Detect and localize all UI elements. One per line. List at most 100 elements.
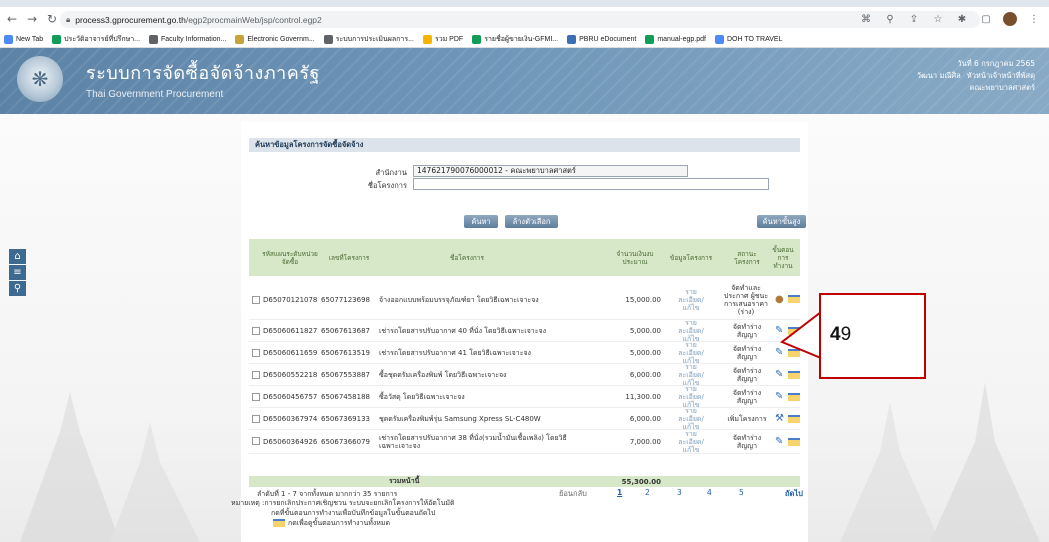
search-icon[interactable]: ⚲ <box>9 281 26 296</box>
page-link[interactable]: 4 <box>707 488 712 497</box>
bookmark-item[interactable]: ระบบการประเมินผลการ... <box>323 34 414 45</box>
table-row: D65060456757 65067458188 ซื้อวัสดุ โดยวิ… <box>249 385 800 409</box>
home-icon[interactable]: ⌂ <box>9 249 26 264</box>
card-icon[interactable] <box>788 415 800 426</box>
info-link[interactable]: รายละเอียด/แก้ไข <box>673 385 709 409</box>
extensions-icon[interactable]: ✱ <box>955 12 969 26</box>
card-icon[interactable] <box>788 295 800 306</box>
bookmark-item[interactable]: รวม PDF <box>422 34 463 45</box>
bookmark-icon <box>645 34 655 44</box>
page-link[interactable]: 5 <box>739 488 744 497</box>
bookmark-item[interactable]: รายชื่อผู้ขายเงิน-GFMI... <box>472 34 558 45</box>
project-status: เพิ่มโครงการ <box>727 415 767 423</box>
table-row: D65070121078 65077123698 จ้างออกแบบพร้อม… <box>249 280 800 320</box>
bookmark-item[interactable]: DOH TO TRAVEL <box>714 34 782 44</box>
project-name-input[interactable] <box>413 178 769 190</box>
info-link[interactable]: รายละเอียด/แก้ไข <box>673 363 709 387</box>
info-link[interactable]: รายละเอียด/แก้ไข <box>673 280 709 320</box>
clear-button[interactable]: ล้างตัวเลือก <box>505 215 558 228</box>
url-input[interactable]: 🔒︎ process3.gprocurement.go.th/egp2procm… <box>60 11 980 28</box>
user-role: หัวหน้าเจ้าหน้าที่พัสดุ <box>966 71 1035 80</box>
bookmark-icon <box>714 34 724 44</box>
user-name: วัฒนา มณีศิล <box>916 71 961 80</box>
back-icon[interactable]: ← <box>4 11 20 27</box>
info-link[interactable]: รายละเอียด/แก้ไข <box>673 319 709 343</box>
project-no: 65067613519 <box>321 349 370 357</box>
bookmark-item[interactable]: PBRU eDocument <box>567 34 636 44</box>
pen-icon[interactable]: ✎ <box>775 391 783 402</box>
prev-page-link[interactable]: ย้อนกลับ <box>559 488 587 500</box>
search-button[interactable]: ค้นหา <box>464 215 498 228</box>
site-header: ❋ ระบบการจัดซื้อจัดจ้างภาครัฐ Thai Gover… <box>0 48 1049 114</box>
reload-icon[interactable]: ↻ <box>44 11 60 27</box>
info-link[interactable]: รายละเอียด/แก้ไข <box>673 341 709 365</box>
panel-title: ค้นหาข้อมูลโครงการจัดซื้อจัดจ้าง <box>249 138 800 152</box>
budget-amount: 7,000.00 <box>629 438 661 446</box>
next-page-link[interactable]: ถัดไป <box>785 488 803 500</box>
page-link[interactable]: 2 <box>645 488 650 497</box>
bookmark-item[interactable]: Faculty Information... <box>149 34 226 44</box>
advanced-search-button[interactable]: ค้นหาขั้นสูง <box>757 215 806 228</box>
hammer-icon[interactable]: ⚒ <box>775 413 784 424</box>
user-org: คณะพยาบาลศาสตร์ <box>969 83 1035 92</box>
total-value: 55,300.00 <box>621 477 661 486</box>
pen-icon[interactable]: ✎ <box>775 369 783 380</box>
row-checkbox[interactable] <box>252 296 260 304</box>
person-icon[interactable]: ● <box>775 294 784 305</box>
agency-field: 147621790076000012 - คณะพยาบาลศาสตร์ <box>413 165 688 177</box>
bookmark-icon <box>422 34 432 44</box>
table-row: D65060611827 65067613687 เช่ารถโดยสารปรั… <box>249 319 800 343</box>
bookmark-icon <box>472 34 482 44</box>
project-name: จ้างออกแบบพร้อมบรรจุภัณฑ์ยา โดยวิธีเฉพาะ… <box>379 295 539 304</box>
row-checkbox[interactable] <box>252 415 260 423</box>
bookmark-star-icon[interactable]: ☆ <box>931 12 945 26</box>
row-checkbox[interactable] <box>252 349 260 357</box>
row-checkbox[interactable] <box>252 393 260 401</box>
row-checkbox[interactable] <box>252 371 260 379</box>
bookmark-item[interactable]: ประวัติอาจารย์ที่ปรึกษา... <box>52 34 140 45</box>
page-link[interactable]: 3 <box>677 488 682 497</box>
menu-list-icon[interactable]: ≡ <box>9 265 26 280</box>
card-icon <box>273 519 285 527</box>
left-floating-menu: ⌂ ≡ ⚲ <box>9 249 26 297</box>
agency-label: สำนักงาน <box>375 168 407 177</box>
info-link[interactable]: รายละเอียด/แก้ไข <box>673 407 709 431</box>
forward-icon[interactable]: → <box>24 11 40 27</box>
total-row: รวมหน้านี้ 55,300.00 <box>249 476 800 487</box>
project-name: ชุดดรัมเครื่องพิมพ์รุ่น Samsung Xpress S… <box>379 414 541 423</box>
bookmark-item[interactable]: manual-egp.pdf <box>645 34 706 44</box>
profile-avatar[interactable] <box>1003 12 1017 26</box>
pen-icon[interactable]: ✎ <box>775 436 783 447</box>
budget-amount: 15,000.00 <box>625 296 661 304</box>
card-icon[interactable] <box>788 371 800 382</box>
col-step: ขั้นตอนการทำงาน <box>772 245 794 270</box>
project-status: จัดทำร่างสัญญา <box>732 367 762 383</box>
zoom-icon[interactable]: ⚲ <box>883 12 897 26</box>
card-icon[interactable] <box>788 438 800 449</box>
project-status: จัดทำร่างสัญญา <box>732 345 762 361</box>
project-no: 65067369133 <box>321 415 370 423</box>
budget-amount: 5,000.00 <box>629 327 661 335</box>
translate-icon[interactable]: ⌘ <box>859 12 873 26</box>
bookmark-icon <box>52 34 62 44</box>
temple-silhouette-left <box>20 392 200 542</box>
table-header: รหัสแผนระดับหน่วยจัดซื้อ เลขที่โครงการ ช… <box>249 239 800 276</box>
col-info: ข้อมูลโครงการ <box>669 253 713 262</box>
address-bar: ← → ↻ 🔒︎ process3.gprocurement.go.th/egp… <box>0 7 1049 31</box>
budget-amount: 5,000.00 <box>629 349 661 357</box>
sidepanel-icon[interactable]: ▢ <box>979 12 993 26</box>
page-link[interactable]: 1 <box>617 488 622 497</box>
info-link[interactable]: รายละเอียด/แก้ไข <box>673 430 709 454</box>
menu-dots-icon[interactable]: ⋮ <box>1027 12 1041 26</box>
share-icon[interactable]: ⇪ <box>907 12 921 26</box>
callout-number: 49 <box>830 324 852 345</box>
card-icon[interactable] <box>788 393 800 404</box>
bookmark-item[interactable]: New Tab <box>4 34 43 44</box>
plan-code: D65060364926 <box>263 438 318 446</box>
col-plan-code: รหัสแผนระดับหน่วยจัดซื้อ <box>262 249 318 266</box>
row-checkbox[interactable] <box>252 437 260 445</box>
project-name: เช่ารถโดยสารปรับอากาศ 38 ที่นั่ง(รวมน้ำม… <box>379 434 567 450</box>
project-no: 65067458188 <box>321 393 370 401</box>
row-checkbox[interactable] <box>252 327 260 335</box>
bookmark-item[interactable]: Electronic Governm... <box>235 34 315 44</box>
